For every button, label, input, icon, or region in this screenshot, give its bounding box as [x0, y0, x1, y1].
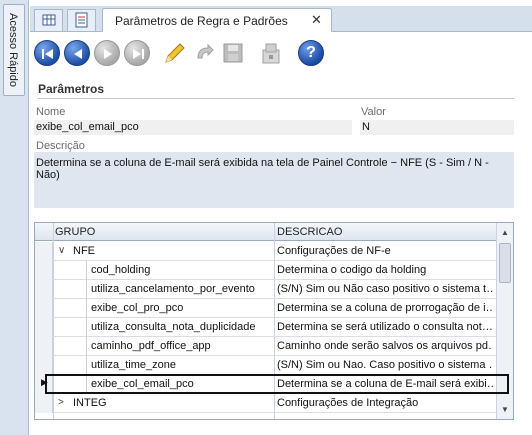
- row-description: Caminho onde serão salvos os arquivos pd…: [277, 340, 493, 352]
- name-field[interactable]: exibe_col_email_pco: [34, 120, 352, 135]
- column-header-group[interactable]: GRUPO: [55, 226, 95, 238]
- table-row[interactable]: > INTEG Configurações de Integração: [35, 394, 497, 413]
- row-description: Determina o codigo da holding: [277, 264, 427, 276]
- tree-line: [86, 299, 87, 318]
- table-row[interactable]: utiliza_consulta_nota_duplicidade Determ…: [35, 318, 497, 337]
- tab-title: Parâmetros de Regra e Padrões: [115, 14, 288, 28]
- row-indicator: [35, 299, 53, 318]
- section-title: Parâmetros: [38, 82, 105, 96]
- table-row[interactable]: caminho_pdf_office_app Caminho onde serã…: [35, 337, 497, 356]
- grid-view-icon: [42, 14, 56, 26]
- section-divider: [38, 98, 514, 99]
- row-description: (S/N) Sim ou Nao. Caso positivo o sistem…: [277, 359, 493, 371]
- quick-access-label: Acesso Rápido: [7, 13, 19, 87]
- description-field[interactable]: Determina se a coluna de E-mail será exi…: [34, 152, 514, 208]
- table-row[interactable]: cod_holding Determina o codigo da holdin…: [35, 261, 497, 280]
- lock-icon: [262, 43, 280, 64]
- quick-access-strip: Acesso Rápido: [0, 0, 29, 435]
- row-description: Configurações de Integração: [277, 397, 419, 409]
- row-indicator: [35, 394, 53, 413]
- previous-record-button[interactable]: [64, 40, 90, 66]
- scroll-thumb[interactable]: [499, 243, 511, 283]
- save-button[interactable]: [220, 40, 246, 66]
- last-icon: [133, 49, 144, 59]
- close-tab-icon[interactable]: ✕: [311, 12, 322, 28]
- tree-line: [86, 356, 87, 375]
- name-label: Nome: [36, 106, 66, 118]
- value-label: Valor: [361, 106, 386, 118]
- first-record-button[interactable]: [34, 40, 60, 66]
- tab-form-view[interactable]: [67, 9, 96, 31]
- row-indicator: [35, 337, 53, 356]
- row-indicator: [35, 356, 53, 375]
- description-label: Descrição: [36, 140, 85, 152]
- next-record-button[interactable]: [94, 40, 120, 66]
- row-group: utiliza_time_zone: [91, 359, 176, 371]
- edit-button[interactable]: [160, 40, 186, 66]
- scroll-up-icon[interactable]: ▲: [498, 224, 512, 240]
- tree-line: [86, 261, 87, 280]
- tree-line: [86, 337, 87, 356]
- quick-access-tab[interactable]: Acesso Rápido: [3, 4, 25, 96]
- row-group: utiliza_cancelamento_por_evento: [91, 283, 255, 295]
- row-group: cod_holding: [91, 264, 151, 276]
- row-description: Determina se será utilizado o consulta n…: [277, 321, 493, 333]
- table-row[interactable]: exibe_col_pro_pco Determina se a coluna …: [35, 299, 497, 318]
- collapse-icon[interactable]: ∨: [58, 245, 65, 256]
- next-icon: [104, 49, 112, 59]
- table-row[interactable]: utiliza_cancelamento_por_evento (S/N) Si…: [35, 280, 497, 299]
- undo-button[interactable]: [190, 40, 216, 66]
- row-group: caminho_pdf_office_app: [91, 340, 211, 352]
- table-row[interactable]: ∨ NFE Configurações de NF-e: [35, 242, 497, 261]
- row-description: Determina se a coluna de prorrogação de …: [277, 302, 493, 314]
- row-indicator: [35, 261, 53, 280]
- expand-icon[interactable]: >: [58, 397, 64, 408]
- row-indicator: [35, 242, 53, 261]
- tab-parametros[interactable]: Parâmetros de Regra e Padrões ✕: [102, 8, 332, 32]
- help-icon: ?: [306, 44, 316, 61]
- table-row[interactable]: utiliza_time_zone (S/N) Sim ou Nao. Caso…: [35, 356, 497, 375]
- row-group: NFE: [73, 245, 95, 257]
- tab-grid-view[interactable]: [34, 9, 63, 31]
- last-record-button[interactable]: [124, 40, 150, 66]
- selected-row-highlight: [45, 374, 509, 394]
- tree-line: [86, 280, 87, 299]
- row-description: (S/N) Sim ou Não caso positivo o sistema…: [277, 283, 493, 295]
- previous-icon: [74, 49, 82, 59]
- form-view-icon: [75, 12, 88, 28]
- lock-button[interactable]: [258, 40, 284, 66]
- row-description: Configurações de NF-e: [277, 245, 391, 257]
- undo-icon: [197, 43, 214, 59]
- value-field[interactable]: N: [360, 120, 514, 135]
- scroll-down-icon[interactable]: ▼: [498, 401, 512, 417]
- row-group: utiliza_consulta_nota_duplicidade: [91, 321, 256, 333]
- help-button[interactable]: ?: [298, 40, 324, 66]
- grid-header: GRUPO DESCRICAO: [35, 223, 497, 241]
- save-icon: [223, 43, 243, 63]
- row-group: INTEG: [73, 397, 107, 409]
- parameters-section: Parâmetros Nome exibe_col_email_pco Valo…: [30, 76, 520, 212]
- tree-line: [86, 318, 87, 337]
- first-icon: [42, 49, 53, 59]
- column-header-description[interactable]: DESCRICAO: [277, 226, 342, 238]
- row-indicator: [35, 280, 53, 299]
- toolbar: ?: [30, 33, 532, 73]
- tab-bar: Parâmetros de Regra e Padrões ✕: [30, 6, 532, 32]
- row-indicator: [35, 318, 53, 337]
- pencil-icon: [165, 43, 185, 63]
- row-group: exibe_col_pro_pco: [91, 302, 184, 314]
